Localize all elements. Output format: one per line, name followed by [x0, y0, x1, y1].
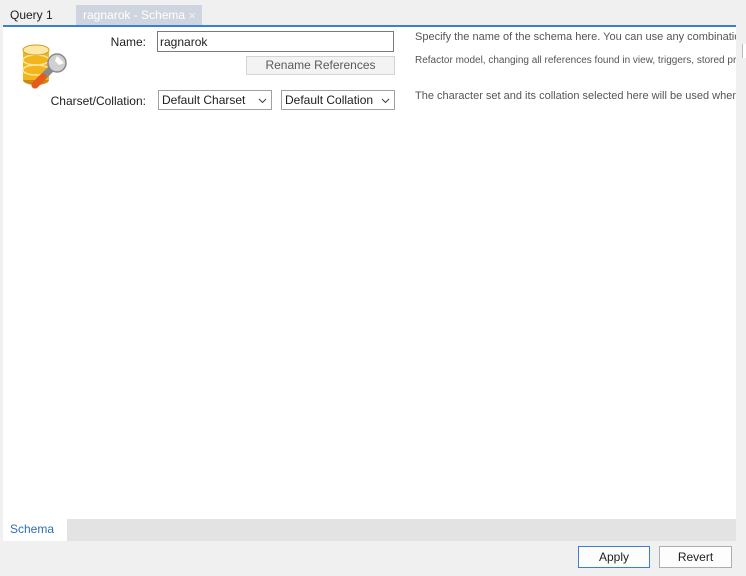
- charset-select-value: Default Charset: [162, 93, 246, 107]
- collation-select[interactable]: Default Collation: [281, 90, 395, 110]
- tab-query-1-label: Query 1: [10, 8, 53, 22]
- name-help-text: Specify the name of the schema here. You…: [415, 31, 736, 43]
- right-panel-edge: [736, 0, 746, 576]
- name-label: Name:: [110, 35, 146, 49]
- tab-schema[interactable]: Schema: [3, 519, 67, 541]
- rename-references-button[interactable]: Rename References: [246, 56, 395, 75]
- tab-schema-bottom-label: Schema: [10, 522, 55, 536]
- chevron-down-icon: [381, 98, 390, 104]
- apply-button[interactable]: Apply: [578, 546, 650, 568]
- schema-name-input[interactable]: [157, 31, 394, 52]
- close-icon[interactable]: ×: [188, 5, 196, 26]
- tab-schema-label: ragnarok - Schema: [83, 8, 186, 22]
- tab-ragnarok-schema[interactable]: ragnarok - Schema ×: [76, 5, 202, 26]
- charset-select[interactable]: Default Charset: [158, 90, 272, 110]
- editor-tab-bar: Query 1 ragnarok - Schema ×: [0, 0, 746, 27]
- charset-collation-label: Charset/Collation:: [50, 94, 146, 108]
- bottom-tab-bar: Schema: [3, 519, 736, 541]
- collation-select-value: Default Collation: [285, 93, 374, 107]
- database-wrench-icon: [22, 44, 67, 89]
- revert-button[interactable]: Revert: [659, 546, 732, 568]
- chevron-down-icon: [258, 98, 267, 104]
- tab-query-1[interactable]: Query 1: [3, 5, 75, 26]
- rename-help-text: Refactor model, changing all references …: [415, 55, 736, 66]
- charset-help-text: The character set and its collation sele…: [415, 90, 736, 102]
- schema-editor-panel: Name: Rename References Charset/Collatio…: [3, 27, 736, 519]
- right-panel-handle[interactable]: [742, 44, 746, 58]
